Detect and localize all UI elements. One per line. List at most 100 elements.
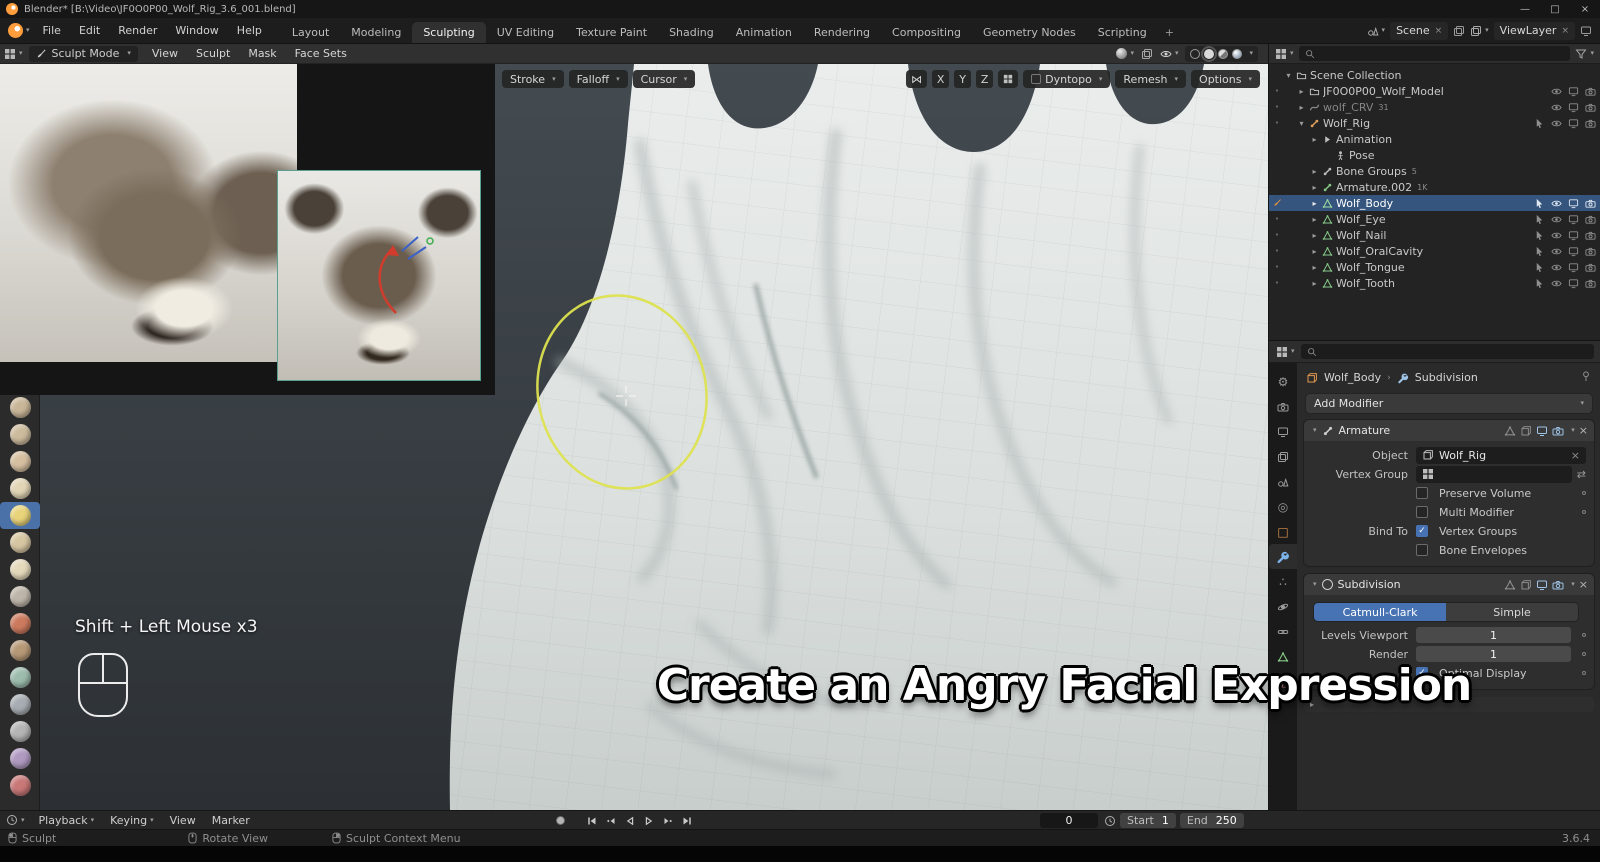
tab-scripting[interactable]: Scripting	[1087, 22, 1158, 43]
extras-dropdown-icon[interactable]: ▾	[1571, 581, 1575, 588]
outliner-row-wolf-crv[interactable]: • ▸ wolf_CRV 31	[1269, 99, 1600, 115]
jump-start-button[interactable]	[583, 813, 600, 829]
screen-icon[interactable]	[1568, 198, 1579, 209]
auto-key-toggle[interactable]	[556, 816, 565, 825]
tab-r endering[interactable]: Rendering	[803, 22, 881, 43]
outliner-row-wolf-model[interactable]: • ▸ JF0O0P00_Wolf_Model	[1269, 83, 1600, 99]
expand-icon[interactable]: ▸	[1309, 215, 1320, 224]
edit-mode-toggle-icon[interactable]	[1504, 425, 1516, 437]
symmetry-y-toggle[interactable]: Y	[954, 70, 972, 88]
tab-view-layer[interactable]	[1269, 444, 1297, 469]
expand-icon[interactable]: ▸	[1309, 167, 1320, 176]
armature-object-field[interactable]: Wolf_Rig ×	[1416, 446, 1586, 464]
rendered-shading-icon[interactable]	[1232, 48, 1243, 59]
eye-icon[interactable]	[1551, 198, 1562, 209]
tab-constraints[interactable]	[1269, 619, 1297, 644]
expand-icon[interactable]: ▸	[1296, 87, 1307, 96]
levels-viewport-field[interactable]: 1	[1416, 627, 1571, 643]
screen-icon[interactable]	[1568, 86, 1579, 97]
screen-icon[interactable]	[1568, 246, 1579, 257]
subdivision-panel-header[interactable]: ▾ Subdivision ▾ ×	[1304, 574, 1594, 595]
breadcrumb-modifier[interactable]: Subdivision	[1415, 371, 1478, 384]
symmetry-z-toggle[interactable]: Z	[976, 70, 994, 88]
browse-scene-icon[interactable]: ▾	[1367, 25, 1385, 37]
outliner-row-wolf-eye[interactable]: • ▸ Wolf_Eye	[1269, 211, 1600, 227]
expand-icon[interactable]: ▸	[1296, 103, 1307, 112]
tab-modifiers[interactable]	[1269, 544, 1297, 569]
brush-smooth-button[interactable]	[0, 637, 40, 664]
pin-icon[interactable]	[1580, 370, 1592, 382]
camera-icon[interactable]	[1585, 246, 1596, 257]
matcap-dropdown[interactable]: ▾	[1116, 48, 1134, 59]
clear-object-icon[interactable]: ×	[1571, 449, 1580, 462]
tab-world[interactable]: ◎	[1269, 494, 1297, 519]
outliner-row-wolf-tooth[interactable]: • ▸ Wolf_Tooth	[1269, 275, 1600, 291]
stroke-dropdown[interactable]: Stroke ▾	[502, 70, 564, 88]
brush-draw-button[interactable]	[0, 394, 40, 421]
catmull-clark-button[interactable]: Catmull-Clark	[1314, 603, 1446, 621]
menu-window[interactable]: Window	[166, 18, 227, 43]
cage-toggle-icon[interactable]	[1520, 579, 1532, 591]
overlays-dropdown[interactable]: ▾	[1160, 48, 1178, 60]
tab-physics[interactable]	[1269, 594, 1297, 619]
outliner-filter-icon[interactable]: ▾	[1575, 48, 1594, 60]
eye-icon[interactable]	[1551, 278, 1562, 289]
arrow-icon[interactable]	[1534, 262, 1545, 273]
eye-icon[interactable]	[1551, 102, 1562, 113]
tab-layout[interactable]: Layout	[281, 22, 340, 43]
dyntopo-checkbox[interactable]	[1031, 74, 1042, 84]
brush-clay-strips-button[interactable]	[0, 475, 40, 502]
menu-mask[interactable]: Mask	[240, 47, 284, 60]
camera-icon[interactable]	[1585, 278, 1596, 289]
breadcrumb-object[interactable]: Wolf_Body	[1324, 371, 1381, 384]
eye-icon[interactable]	[1551, 230, 1562, 241]
tab-geometry-nodes[interactable]: Geometry Nodes	[972, 22, 1087, 43]
brush-crease-button[interactable]	[0, 610, 40, 637]
tab-object[interactable]: □	[1269, 519, 1297, 544]
outliner-editor-selector[interactable]: ▾	[1275, 48, 1294, 60]
outliner-row-wolf-nail[interactable]: • ▸ Wolf_Nail	[1269, 227, 1600, 243]
arrow-icon[interactable]	[1534, 246, 1545, 257]
brush-flatten-button[interactable]	[0, 664, 40, 691]
arrow-icon[interactable]	[1534, 278, 1545, 289]
menu-render[interactable]: Render	[109, 18, 166, 43]
expand-icon[interactable]: ▾	[1296, 119, 1307, 128]
current-frame-field[interactable]: 0	[1040, 813, 1098, 828]
camera-icon[interactable]	[1585, 230, 1596, 241]
arrow-icon[interactable]	[1534, 118, 1545, 129]
editor-type-selector[interactable]: ▾	[4, 48, 23, 60]
menu-view-timeline[interactable]: View	[162, 814, 204, 827]
expand-icon[interactable]: ▸	[1309, 279, 1320, 288]
tab-output[interactable]	[1269, 419, 1297, 444]
dyntopo-dropdown[interactable]: Dyntopo ▾	[1023, 70, 1111, 88]
jump-end-button[interactable]	[678, 813, 695, 829]
viewlayer-unlink-icon[interactable]: ×	[1561, 26, 1569, 36]
tab-sculpting[interactable]: Sculpting	[412, 22, 486, 43]
armature-panel-header[interactable]: ▾ Armature ▾ ×	[1304, 420, 1594, 441]
brush-layer-button[interactable]	[0, 529, 40, 556]
outliner-row-wolf-oralcavity[interactable]: • ▸ Wolf_OralCavity	[1269, 243, 1600, 259]
eye-icon[interactable]	[1551, 246, 1562, 257]
brush-pinch-button[interactable]	[0, 745, 40, 772]
tab-uv-editing[interactable]: UV Editing	[486, 22, 565, 43]
material-shading-icon[interactable]	[1218, 48, 1229, 59]
expand-icon[interactable]: ▾	[1283, 71, 1294, 80]
screen-icon[interactable]	[1568, 230, 1579, 241]
new-viewlayer-icon[interactable]	[1580, 25, 1592, 37]
outliner-row-wolf-tongue[interactable]: • ▸ Wolf_Tongue	[1269, 259, 1600, 275]
animate-dot[interactable]	[1582, 633, 1586, 637]
outliner-row-scene-collection[interactable]: ▾ Scene Collection	[1269, 67, 1600, 83]
brush-clay-button[interactable]	[0, 448, 40, 475]
screen-icon[interactable]	[1568, 278, 1579, 289]
symmetry-icon[interactable]: ⋈	[906, 70, 928, 88]
camera-icon[interactable]	[1585, 262, 1596, 273]
add-modifier-button[interactable]: Add Modifier ▾	[1306, 394, 1592, 413]
realtime-toggle-icon[interactable]	[1536, 579, 1548, 591]
minimize-button[interactable]: —	[1510, 0, 1540, 18]
camera-icon[interactable]	[1585, 118, 1596, 129]
add-workspace-button[interactable]: +	[1158, 22, 1181, 43]
close-modifier-icon[interactable]: ×	[1579, 424, 1588, 437]
extras-dropdown-icon[interactable]: ▾	[1571, 427, 1575, 434]
camera-icon[interactable]	[1585, 198, 1596, 209]
eye-icon[interactable]	[1551, 214, 1562, 225]
